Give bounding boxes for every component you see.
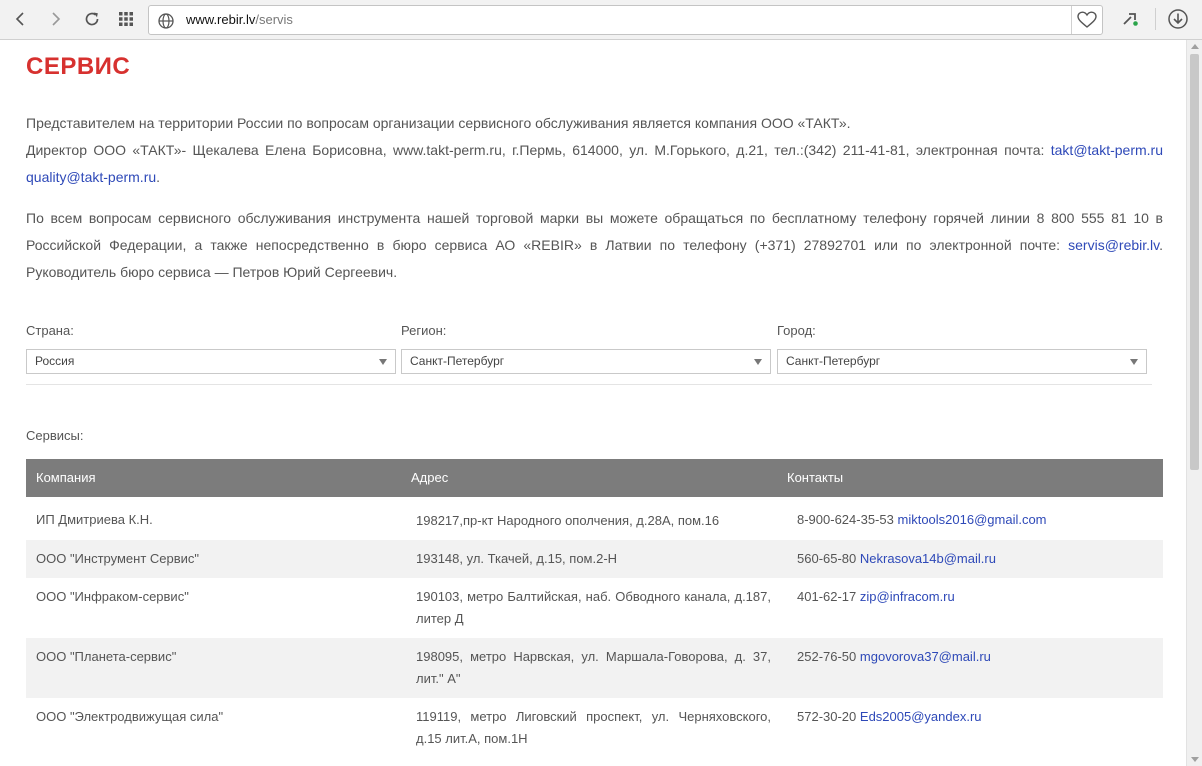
apps-grid-icon[interactable]	[112, 5, 140, 33]
scroll-up-icon[interactable]	[1191, 44, 1199, 49]
download-icon[interactable]	[1164, 5, 1192, 33]
row-address: 119119, метро Лиговский проспект, ул. Че…	[416, 709, 771, 746]
row-contacts: 560-65-80 Nekrasova14b@mail.ru	[797, 551, 1157, 567]
filter-divider	[26, 384, 1152, 385]
page-title: СЕРВИС	[26, 53, 131, 80]
row-contacts: 8-900-624-35-53 miktools2016@gmail.com	[797, 512, 1157, 528]
table-row: ООО "Инфраком-сервис" 190103, метро Балт…	[26, 578, 1163, 638]
page-content: СЕРВИС Представителем на территории Росс…	[0, 40, 1186, 766]
url-path: /servis	[255, 12, 293, 27]
servis-email-link[interactable]: servis@rebir.lv	[1068, 237, 1159, 253]
row-phone: 560-65-80	[797, 551, 857, 566]
row-company: ООО "Электродвижущая сила"	[36, 709, 224, 724]
hotline-text: По всем вопросам сервисного обслуживания…	[26, 210, 1163, 253]
row-email-link[interactable]: miktools2016@gmail.com	[897, 512, 1046, 527]
services-label: Сервисы:	[26, 428, 84, 443]
row-address: 190103, метро Балтийская, наб. Обводного…	[416, 589, 771, 626]
extension-icon[interactable]	[1116, 5, 1144, 33]
row-address: 193148, ул. Ткачей, д.15, пом.2-Н	[416, 551, 618, 566]
director-text: Директор ООО «ТАКТ»- Щекалева Елена Бори…	[26, 142, 1045, 158]
forward-icon[interactable]	[42, 5, 70, 33]
intro-end: .	[156, 169, 161, 185]
row-address: 198095, метро Нарвская, ул. Маршала-Гово…	[416, 649, 771, 686]
address-bar[interactable]: www.rebir.lv/servis	[148, 5, 1103, 35]
address-separator	[1071, 6, 1072, 34]
reload-icon[interactable]	[78, 5, 106, 33]
header-address: Адрес	[411, 470, 449, 485]
city-label: Город:	[777, 323, 816, 338]
row-company: ИП Дмитриева К.Н.	[36, 512, 153, 527]
table-row: ИП Дмитриева К.Н. 198217,пр-кт Народного…	[26, 497, 1163, 540]
url-host: www.rebir.lv	[186, 12, 256, 27]
region-select[interactable]: Санкт-Петербург	[401, 349, 771, 374]
city-value: Санкт-Петербург	[786, 354, 881, 368]
row-company: ООО "Инструмент Сервис"	[36, 551, 200, 566]
table-row: ООО "Планета-сервис" 198095, метро Нарвс…	[26, 638, 1163, 698]
row-company: ООО "Планета-сервис"	[36, 649, 177, 664]
chevron-down-icon	[754, 359, 762, 365]
services-table: Компания Адрес Контакты ИП Дмитриева К.Н…	[26, 459, 1163, 758]
row-phone: 401-62-17	[797, 589, 857, 604]
intro-paragraph: Представителем на территории России по в…	[26, 110, 1163, 191]
region-filter: Регион: Санкт-Петербург	[401, 323, 771, 374]
row-phone: 572-30-20	[797, 709, 857, 724]
row-email-link[interactable]: mgovorova37@mail.ru	[860, 649, 991, 664]
country-select[interactable]: Россия	[26, 349, 396, 374]
browser-toolbar: www.rebir.lv/servis	[0, 0, 1202, 40]
row-contacts: 401-62-17 zip@infracom.ru	[797, 589, 1157, 605]
heart-icon[interactable]	[1077, 11, 1097, 29]
chevron-down-icon	[1130, 359, 1138, 365]
table-row: ООО "Электродвижущая сила" 119119, метро…	[26, 698, 1163, 758]
url-text[interactable]: www.rebir.lv/servis	[186, 12, 293, 28]
scroll-down-icon[interactable]	[1191, 757, 1199, 762]
header-contacts: Контакты	[787, 470, 844, 485]
row-address: 198217,пр-кт Народного ополчения, д.28А,…	[416, 513, 720, 528]
table-row: ООО "Инструмент Сервис" 193148, ул. Ткач…	[26, 540, 1163, 578]
city-select[interactable]: Санкт-Петербург	[777, 349, 1147, 374]
hotline-paragraph: По всем вопросам сервисного обслуживания…	[26, 205, 1163, 286]
page-scrollbar[interactable]	[1186, 40, 1202, 766]
country-label: Страна:	[26, 323, 74, 338]
row-contacts: 572-30-20 Eds2005@yandex.ru	[797, 709, 1157, 725]
country-value: Россия	[35, 354, 75, 368]
intro-line-1: Представителем на территории России по в…	[26, 115, 851, 131]
row-company: ООО "Инфраком-сервис"	[36, 589, 189, 604]
toolbar-separator	[1155, 8, 1156, 30]
intro-line-2: Директор ООО «ТАКТ»- Щекалева Елена Бори…	[26, 137, 1163, 191]
quality-email-link[interactable]: quality@takt-perm.ru	[26, 169, 156, 185]
row-email-link[interactable]: Nekrasova14b@mail.ru	[860, 551, 996, 566]
table-header: Компания Адрес Контакты	[26, 459, 1163, 497]
row-email-link[interactable]: Eds2005@yandex.ru	[860, 709, 982, 724]
city-filter: Город: Санкт-Петербург	[777, 323, 1147, 374]
scrollbar-thumb[interactable]	[1190, 54, 1199, 470]
row-phone: 8-900-624-35-53	[797, 512, 894, 527]
back-icon[interactable]	[6, 5, 34, 33]
globe-icon	[158, 13, 174, 29]
row-contacts: 252-76-50 mgovorova37@mail.ru	[797, 649, 1157, 665]
country-filter: Страна: Россия	[26, 323, 396, 374]
region-label: Регион:	[401, 323, 447, 338]
takt-email-link[interactable]: takt@takt-perm.ru	[1051, 142, 1163, 158]
region-value: Санкт-Петербург	[410, 354, 505, 368]
row-email-link[interactable]: zip@infracom.ru	[860, 589, 955, 604]
header-company: Компания	[36, 470, 96, 485]
chevron-down-icon	[379, 359, 387, 365]
row-phone: 252-76-50	[797, 649, 857, 664]
